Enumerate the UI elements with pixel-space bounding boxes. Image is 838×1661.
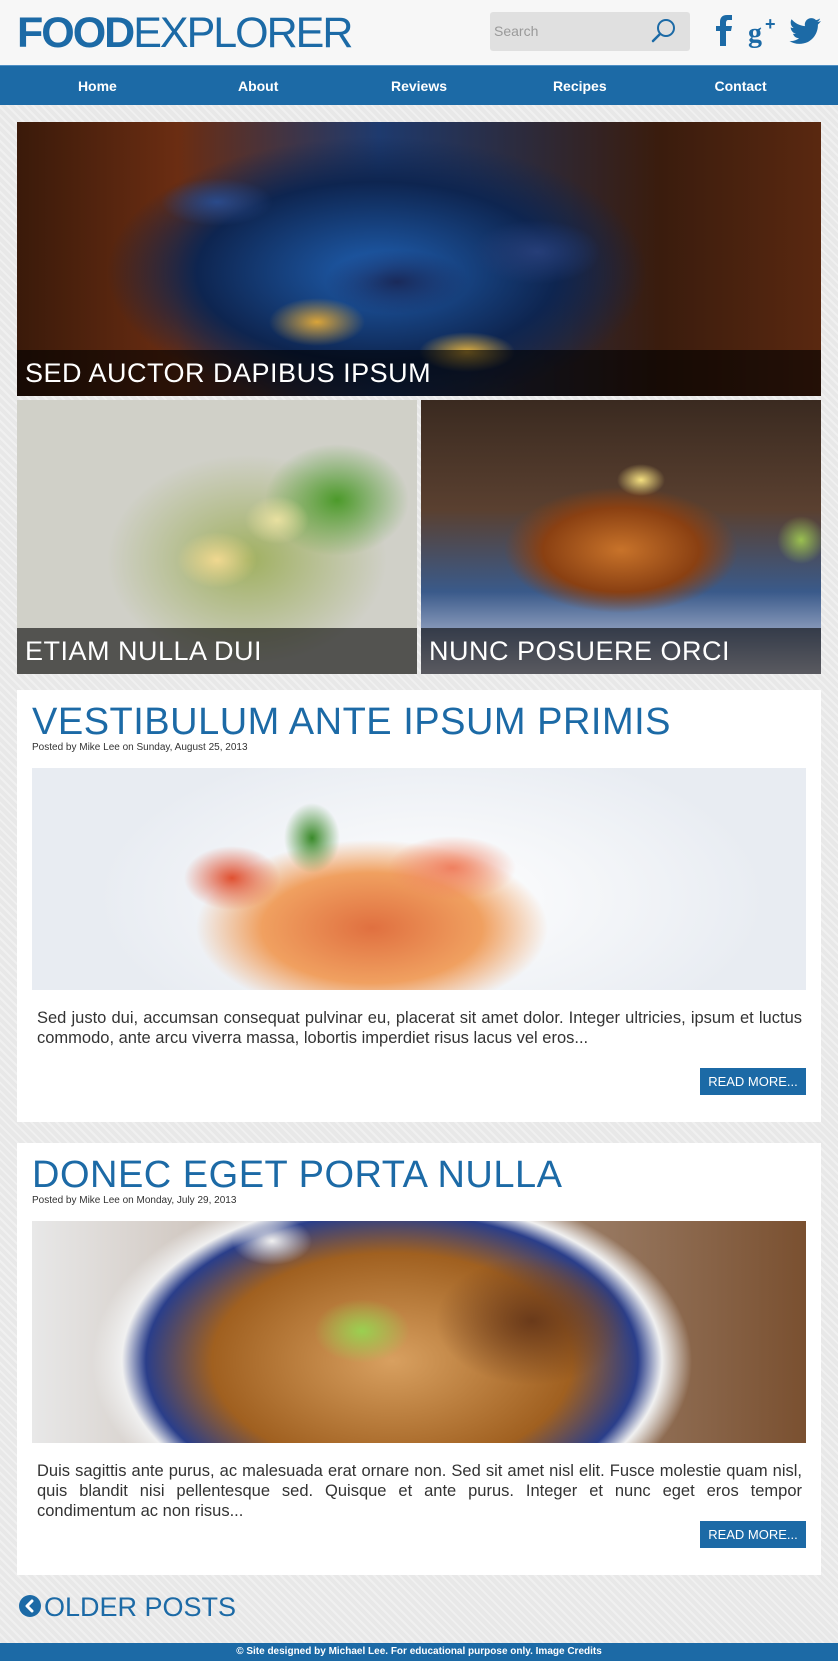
nav-item-home[interactable]: Home (17, 66, 178, 106)
older-posts-label: OLDER POSTS (44, 1592, 237, 1622)
logo-bold-text: FOOD (17, 9, 135, 57)
svg-text:g: g (748, 18, 762, 48)
site-footer: © Site designed by Michael Lee. For educ… (0, 1643, 838, 1661)
feature-caption: NUNC POSUERE ORCI (421, 628, 821, 674)
post-title[interactable]: VESTIBULUM ANTE IPSUM PRIMIS (32, 700, 671, 744)
post-meta: Posted by Mike Lee on Sunday, August 25,… (32, 742, 248, 753)
nav-item-reviews[interactable]: Reviews (339, 66, 500, 106)
blog-post: DONEC EGET PORTA NULLA Posted by Mike Le… (17, 1143, 821, 1575)
post-excerpt: Duis sagittis ante purus, ac malesuada e… (37, 1462, 802, 1520)
google-plus-icon[interactable]: g + (748, 14, 782, 48)
feature-right[interactable]: NUNC POSUERE ORCI (421, 400, 821, 674)
post-image (32, 1221, 806, 1443)
older-posts-link[interactable]: OLDER POSTS (19, 1590, 236, 1624)
post-image (32, 768, 806, 990)
main-nav: Home About Reviews Recipes Contact (0, 65, 838, 105)
feature-main[interactable]: SED AUCTOR DAPIBUS IPSUM (17, 122, 821, 396)
logo-light-text: EXPLORER (133, 9, 353, 57)
post-meta: Posted by Mike Lee on Monday, July 29, 2… (32, 1195, 237, 1206)
svg-text:+: + (765, 14, 776, 34)
nav-item-recipes[interactable]: Recipes (499, 66, 660, 106)
feature-left[interactable]: ETIAM NULLA DUI (17, 400, 417, 674)
search-box (490, 12, 690, 51)
post-excerpt: Sed justo dui, accumsan consequat pulvin… (37, 1009, 802, 1047)
search-icon[interactable] (650, 17, 678, 45)
site-logo[interactable]: FOODEXPLORER (17, 9, 353, 57)
twitter-icon[interactable] (789, 14, 823, 48)
site-header: FOODEXPLORER g + (0, 0, 838, 65)
blog-post: VESTIBULUM ANTE IPSUM PRIMIS Posted by M… (17, 690, 821, 1122)
read-more-button[interactable]: READ MORE... (700, 1521, 806, 1548)
nav-item-contact[interactable]: Contact (660, 66, 821, 106)
facebook-icon[interactable] (714, 14, 736, 48)
search-input[interactable] (494, 20, 644, 42)
post-title[interactable]: DONEC EGET PORTA NULLA (32, 1153, 562, 1197)
nav-item-about[interactable]: About (178, 66, 339, 106)
feature-caption: ETIAM NULLA DUI (17, 628, 417, 674)
feature-caption: SED AUCTOR DAPIBUS IPSUM (17, 350, 821, 396)
chevron-left-icon (19, 1594, 41, 1617)
read-more-button[interactable]: READ MORE... (700, 1068, 806, 1095)
